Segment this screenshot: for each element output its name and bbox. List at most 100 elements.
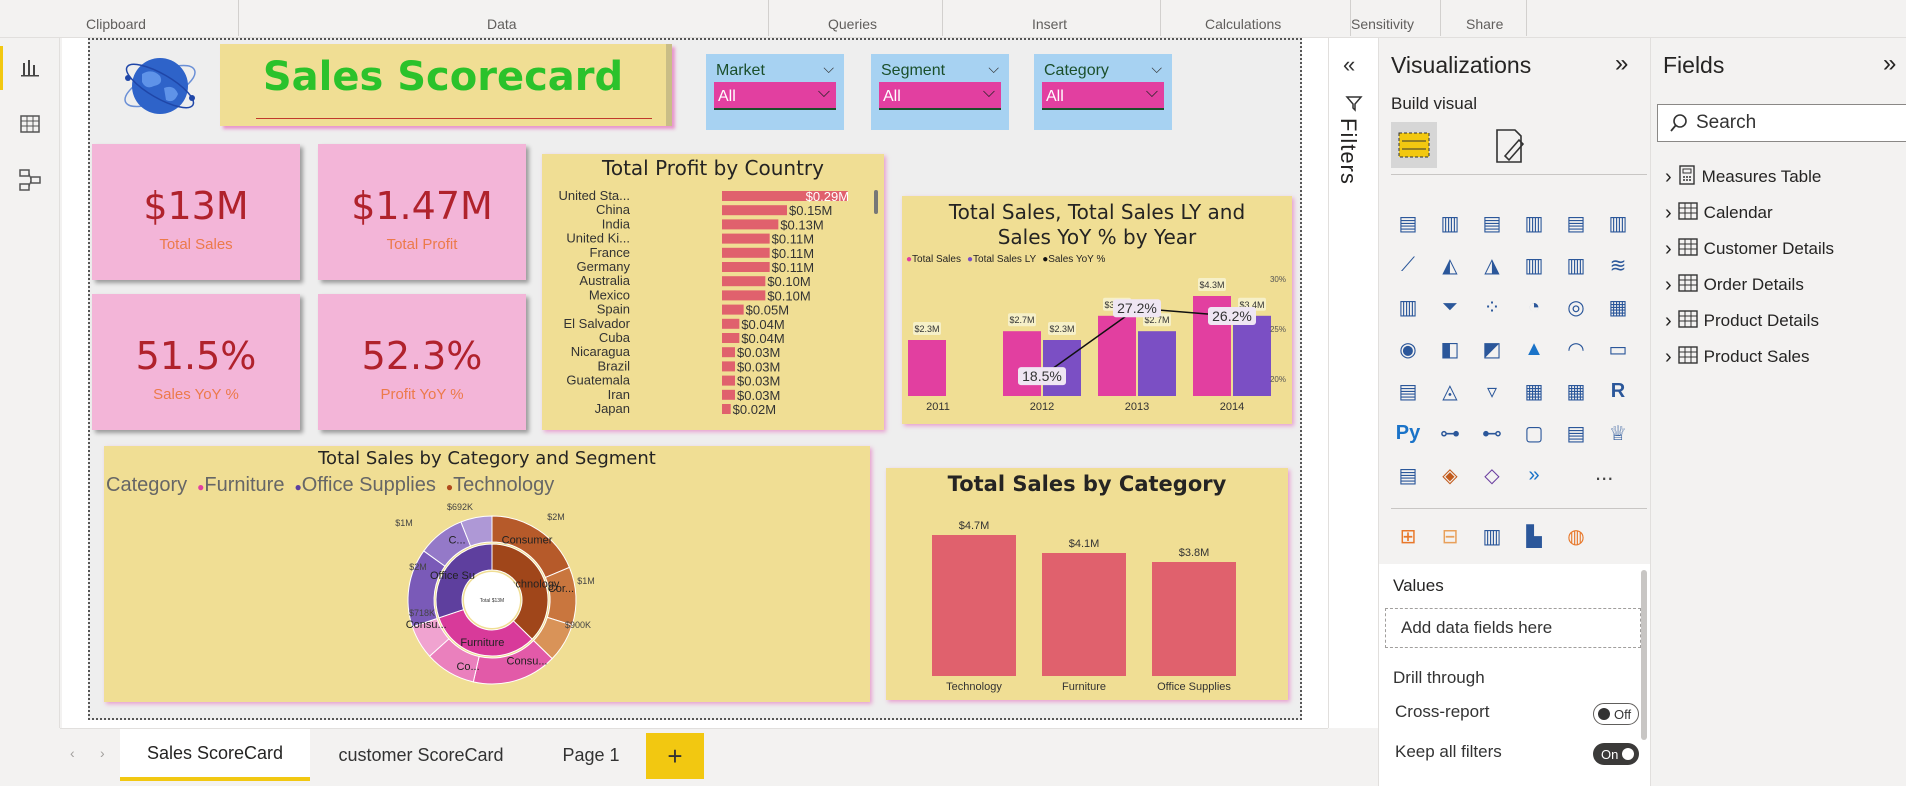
chevron-right-icon[interactable]: › (1665, 346, 1672, 369)
matrix-icon[interactable]: ▦ (1561, 376, 1591, 406)
filters-pane[interactable]: « Filters (1328, 38, 1378, 728)
scatter-icon[interactable]: ⁘ (1477, 292, 1507, 322)
key-influencers-icon[interactable]: ⊶ (1435, 418, 1465, 448)
r-visual-icon[interactable]: R (1603, 376, 1633, 406)
next-page-icon[interactable]: › (100, 745, 105, 761)
chart-profit-by-country[interactable]: Total Profit by Country United Sta... $0.… (542, 154, 884, 430)
chart-sales-by-category[interactable]: Total Sales by Category $4.7M Technology $… (886, 468, 1288, 700)
kpi-card-total-profit[interactable]: $1.47M Total Profit (318, 144, 526, 280)
slicer-market-dropdown[interactable]: All ⌵ (714, 82, 836, 110)
power-automate-icon[interactable]: ◇ (1477, 460, 1507, 490)
prev-page-icon[interactable]: ‹ (70, 745, 75, 761)
build-visual-tab[interactable] (1391, 122, 1437, 168)
multi-row-card-icon[interactable]: ▤ (1393, 376, 1423, 406)
ribbon-icon[interactable]: ≋ (1603, 250, 1633, 280)
format-visual-icon[interactable] (1489, 126, 1529, 171)
stacked-area-icon[interactable]: ◮ (1477, 250, 1507, 280)
line-clustered-icon[interactable]: ▥ (1561, 250, 1591, 280)
chevron-down-icon[interactable]: ⌵ (823, 60, 834, 77)
cross-report-toggle[interactable]: Off (1593, 703, 1639, 725)
scrollbar[interactable] (1641, 570, 1647, 740)
fields-search[interactable]: Search (1657, 104, 1906, 142)
field-table-customer-details[interactable]: › Customer Details (1665, 236, 1834, 262)
slicer-icon[interactable]: ▿ (1477, 376, 1507, 406)
field-table-calendar[interactable]: › Calendar (1665, 200, 1773, 226)
area-icon[interactable]: ◭ (1435, 250, 1465, 280)
kpi-card-profit-yoy[interactable]: 52.3% Profit YoY % (318, 294, 526, 430)
kpi-card-total-sales[interactable]: $13M Total Sales (92, 144, 300, 280)
filled-map-icon[interactable]: ◧ (1435, 334, 1465, 364)
chevron-right-icon[interactable]: › (1665, 274, 1672, 297)
100-column-icon[interactable]: ▥ (1603, 208, 1633, 238)
table-view-icon[interactable] (10, 104, 50, 144)
slicer-market[interactable]: Market ⌵ All ⌵ (706, 54, 844, 130)
gauge-icon[interactable]: ◠ (1561, 334, 1591, 364)
clustered-column-icon[interactable]: ▥ (1519, 208, 1549, 238)
waterfall-icon[interactable]: ▥ (1393, 292, 1423, 322)
narrative-icon[interactable]: ▤ (1561, 418, 1591, 448)
scrollbar[interactable] (874, 190, 878, 214)
ribbon-group-calculations[interactable]: Calculations (1205, 16, 1281, 32)
funnel-icon[interactable]: ⏷ (1435, 292, 1465, 322)
field-table-order-details[interactable]: › Order Details (1665, 272, 1804, 298)
tab-page-1[interactable]: Page 1 (532, 729, 650, 781)
python-visual-icon[interactable]: Py (1393, 418, 1423, 448)
slicer-category-dropdown[interactable]: All ⌵ (1042, 82, 1164, 110)
chevron-right-icon[interactable]: › (1665, 202, 1672, 225)
qa-icon[interactable]: ▢ (1519, 418, 1549, 448)
chart-sales-by-category-segment[interactable]: Total Sales by Category and Segment Cate… (104, 446, 870, 702)
paginated-icon[interactable]: ▤ (1393, 460, 1423, 490)
stacked-column-icon[interactable]: ▥ (1435, 208, 1465, 238)
collapse-left-icon[interactable]: « (1343, 52, 1355, 78)
azure-map-icon[interactable]: ▲ (1519, 334, 1549, 364)
custom-visual-1-icon[interactable]: ⊞ (1393, 521, 1423, 551)
chart-sales-by-year[interactable]: Total Sales, Total Sales LY and Sales Yo… (902, 196, 1292, 424)
slicer-segment[interactable]: Segment ⌵ All ⌵ (871, 54, 1009, 130)
stacked-bar-icon[interactable]: ▤ (1393, 208, 1423, 238)
add-page-button[interactable]: + (646, 733, 704, 779)
chevron-right-icon[interactable]: › (1665, 310, 1672, 333)
line-column-icon[interactable]: ▥ (1519, 250, 1549, 280)
more-visuals-icon[interactable]: ... (1595, 460, 1613, 486)
model-view-icon[interactable] (10, 160, 50, 200)
custom-visual-5-icon[interactable]: ◍ (1561, 521, 1591, 551)
slicer-segment-dropdown[interactable]: All ⌵ (879, 82, 1001, 110)
table-icon[interactable]: ▦ (1519, 376, 1549, 406)
chevron-down-icon[interactable]: ⌵ (1151, 60, 1162, 77)
ribbon-group-data[interactable]: Data (487, 16, 517, 32)
search-input[interactable]: Search (1696, 112, 1756, 134)
100-bar-icon[interactable]: ▤ (1561, 208, 1591, 238)
ribbon-group-queries[interactable]: Queries (828, 16, 877, 32)
report-view-icon[interactable] (10, 48, 50, 88)
chevron-down-icon[interactable]: ⌵ (988, 60, 999, 77)
keep-filters-toggle[interactable]: On (1593, 743, 1639, 765)
kpi-card-sales-yoy[interactable]: 51.5% Sales YoY % (92, 294, 300, 430)
ribbon-group-sensitivity[interactable]: Sensitivity (1351, 16, 1414, 32)
donut-icon[interactable]: ◎ (1561, 292, 1591, 322)
decomposition-tree-icon[interactable]: ⊷ (1477, 418, 1507, 448)
treemap-icon[interactable]: ▦ (1603, 292, 1633, 322)
collapse-right-icon[interactable]: » (1615, 50, 1628, 78)
add-data-fields-dropzone[interactable]: Add data fields here (1385, 608, 1641, 648)
field-table-measures-table[interactable]: › Measures Table (1665, 164, 1821, 190)
slicer-category[interactable]: Category ⌵ All ⌵ (1034, 54, 1172, 130)
collapse-fields-icon[interactable]: » (1883, 50, 1896, 78)
field-table-product-details[interactable]: › Product Details (1665, 308, 1819, 334)
tab-customer-scorecard[interactable]: customer ScoreCard (312, 729, 530, 781)
custom-visual-3-icon[interactable]: ▥ (1477, 521, 1507, 551)
chevron-right-icon[interactable]: › (1665, 166, 1672, 189)
power-apps-icon[interactable]: ◈ (1435, 460, 1465, 490)
custom-visual-icon[interactable]: » (1519, 460, 1549, 490)
map-icon[interactable]: ◉ (1393, 334, 1423, 364)
card-icon[interactable]: ▭ (1603, 334, 1633, 364)
field-table-product-sales[interactable]: › Product Sales (1665, 344, 1810, 370)
ribbon-group-share[interactable]: Share (1466, 16, 1503, 32)
kpi-icon[interactable]: ◬ (1435, 376, 1465, 406)
ribbon-group-insert[interactable]: Insert (1032, 16, 1067, 32)
ribbon-group-clipboard[interactable]: Clipboard (86, 16, 146, 32)
pie-icon[interactable]: ◔ (1519, 292, 1549, 322)
custom-visual-4-icon[interactable]: ▙ (1519, 521, 1549, 551)
line-icon[interactable]: ⟋ (1393, 250, 1423, 280)
shape-map-icon[interactable]: ◩ (1477, 334, 1507, 364)
chevron-right-icon[interactable]: › (1665, 238, 1672, 261)
